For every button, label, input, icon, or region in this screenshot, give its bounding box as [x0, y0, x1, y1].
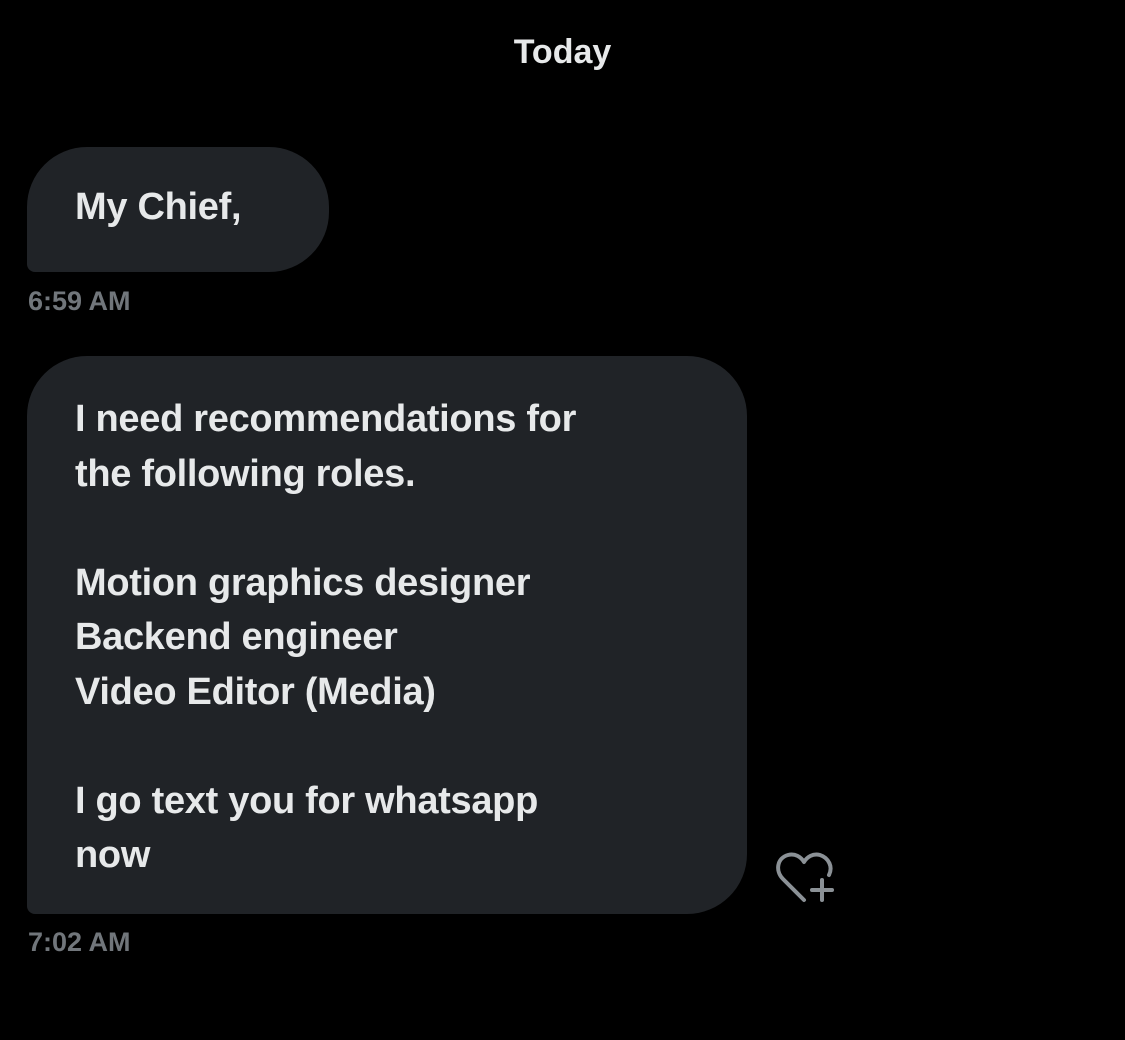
add-reaction-button[interactable]	[774, 850, 840, 908]
heart-plus-icon	[776, 852, 834, 902]
date-divider: Today	[513, 33, 612, 71]
message-timestamp: 7:02 AM	[28, 927, 131, 957]
message-bubble[interactable]: My Chief,	[27, 147, 329, 272]
message-timestamp: 6:59 AM	[28, 286, 131, 316]
message-bubble[interactable]: I need recommendations for the following…	[27, 356, 747, 914]
